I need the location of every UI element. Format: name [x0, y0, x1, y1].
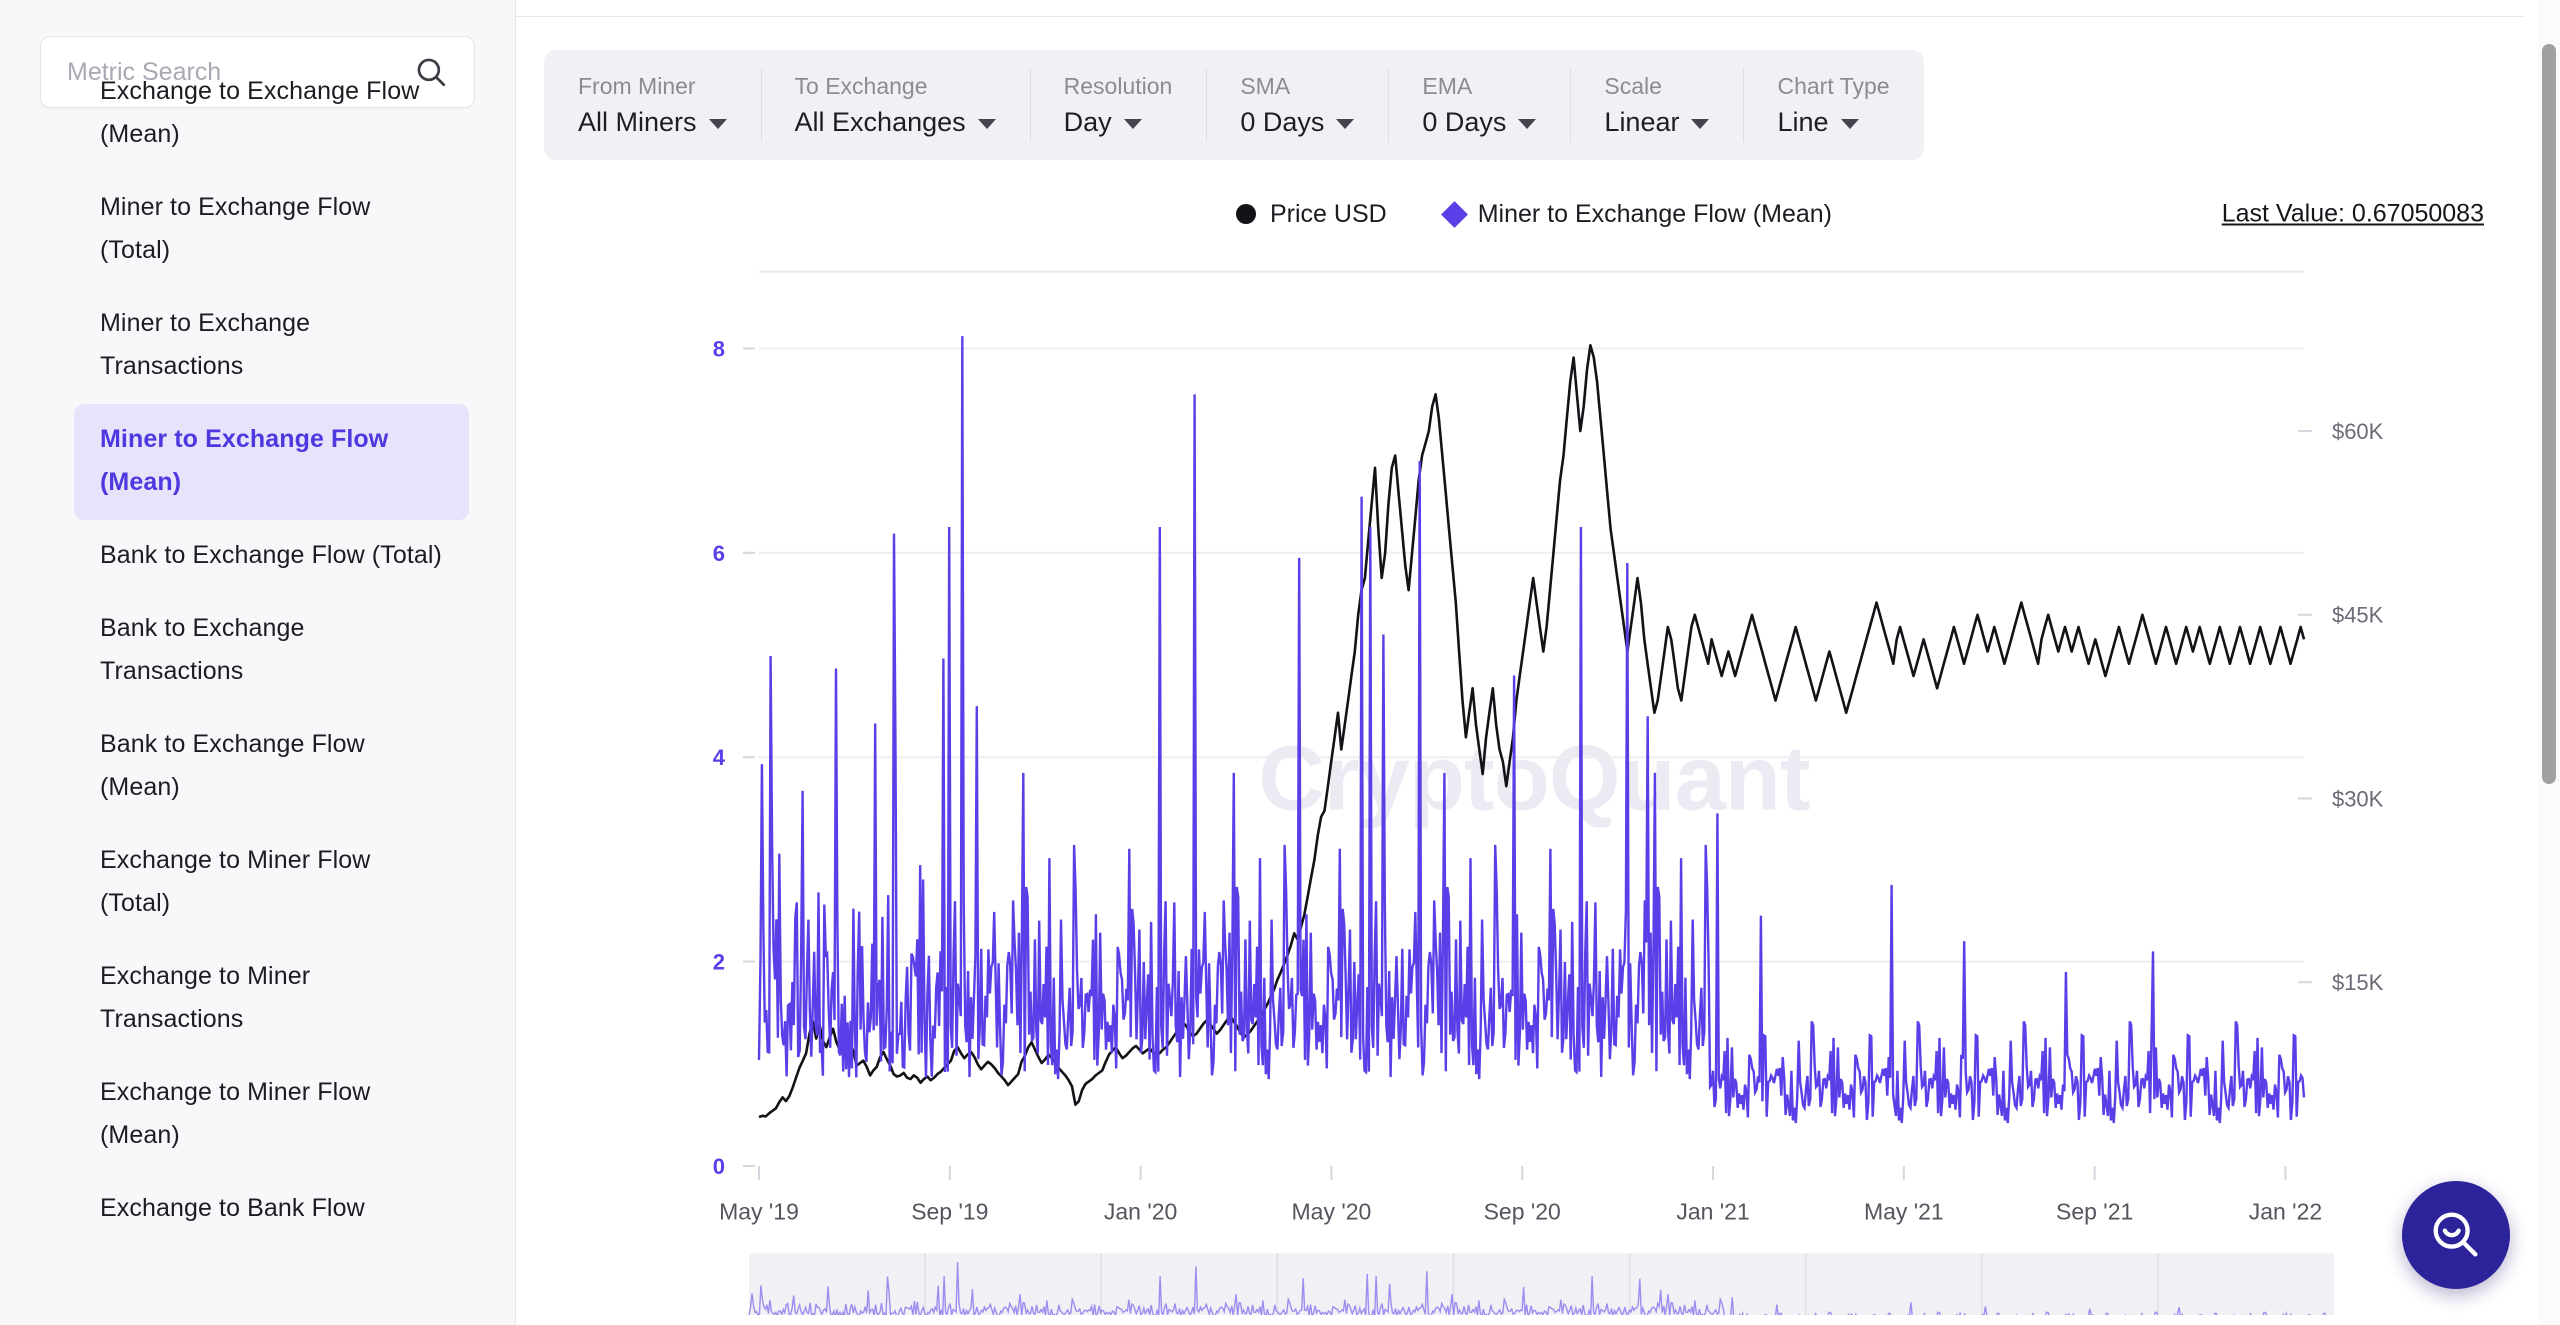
miner-to-exchange-flow-line[interactable] — [757, 336, 2306, 1124]
sidebar-metric-item[interactable]: Miner to Exchange Flow (Mean) — [74, 404, 469, 520]
toolbar-control-chart-type[interactable]: Chart Type Line — [1743, 50, 1923, 160]
x-axis-tick: May '21 — [1864, 1199, 1944, 1225]
control-value-row[interactable]: All Exchanges — [795, 105, 996, 139]
toolbar-control-scale[interactable]: Scale Linear — [1570, 50, 1743, 160]
chevron-down-icon[interactable] — [708, 118, 727, 129]
toolbar-control-from-miner[interactable]: From Miner All Miners — [544, 50, 761, 160]
chevron-down-icon[interactable] — [1336, 118, 1355, 129]
sidebar-metric-label: Exchange to Bank Flow — [100, 1194, 365, 1222]
control-label: EMA — [1422, 73, 1473, 99]
miner-flow-marker-icon — [1440, 200, 1468, 228]
control-value-row[interactable]: Day — [1064, 105, 1173, 139]
sidebar-metric-item[interactable]: Bank to Exchange Transactions — [74, 593, 469, 709]
x-axis-tick: Jan '21 — [1676, 1199, 1749, 1225]
sidebar-metric-item[interactable]: Bank to Exchange Flow (Total) — [74, 520, 469, 593]
chart-toolbar[interactable]: From Miner All Miners To Exchange All Excha… — [544, 50, 1924, 160]
y-axis-left-tick: 2 — [713, 950, 725, 975]
toolbar-control-resolution[interactable]: Resolution Day — [1029, 50, 1207, 160]
sidebar-metric-label: Exchange to Exchange Flow (Mean) — [100, 77, 420, 148]
y-axis-right-tick: $30K — [2332, 787, 2384, 812]
control-label: Resolution — [1063, 73, 1173, 99]
chevron-down-icon[interactable] — [1123, 118, 1142, 129]
control-label: Chart Type — [1777, 73, 1890, 99]
x-axis-tick: Sep '19 — [911, 1199, 988, 1225]
price-usd-marker-icon — [1236, 204, 1256, 224]
sidebar-metric-label: Bank to Exchange Flow (Mean) — [100, 730, 365, 801]
sidebar-metric-item[interactable]: Exchange to Miner Transactions — [74, 941, 469, 1057]
x-axis-tick: May '19 — [719, 1199, 799, 1225]
y-axis-right-tick: $60K — [2332, 419, 2384, 444]
legend-label-price-usd: Price USD — [1270, 199, 1387, 228]
legend-item-miner-to-exchange-flow[interactable]: Miner to Exchange Flow (Mean) — [1440, 199, 1832, 229]
y-axis-right-tick: $15K — [2332, 970, 2384, 995]
page-scrollbar[interactable] — [2538, 0, 2560, 1325]
y-axis-left-tick: 8 — [713, 336, 725, 361]
range-selector-track[interactable] — [749, 1253, 2334, 1315]
y-axis-left-tick: 0 — [713, 1154, 725, 1179]
sidebar-metric-item[interactable]: Miner to Exchange Flow (Total) — [74, 172, 469, 288]
toolbar-control-to-exchange[interactable]: To Exchange All Exchanges — [760, 50, 1030, 160]
chevron-down-icon[interactable] — [1840, 118, 1859, 129]
search-fab-button[interactable] — [2402, 1181, 2510, 1289]
x-axis-tick: Jan '22 — [2249, 1199, 2322, 1225]
sidebar-metric-label: Miner to Exchange Transactions — [100, 309, 311, 380]
control-value-row[interactable]: Linear — [1604, 105, 1710, 139]
metric-list[interactable]: Exchange to Exchange Flow (Mean) Miner to… — [0, 56, 515, 1325]
y-axis-right-tick: $45K — [2332, 603, 2384, 628]
sidebar-metric-item[interactable]: Exchange to Exchange Flow (Mean) — [74, 56, 469, 172]
sidebar-metric-label: Bank to Exchange Flow (Total) — [100, 541, 442, 569]
chart-panel: From Miner All Miners To Exchange All Excha… — [516, 0, 2560, 1325]
control-value: All Miners — [578, 107, 697, 137]
sidebar-metric-label: Miner to Exchange Flow (Mean) — [100, 425, 389, 496]
search-smile-icon — [2433, 1212, 2478, 1257]
control-value: Linear — [1604, 107, 1680, 137]
chevron-down-icon[interactable] — [977, 118, 996, 129]
control-value: 0 Days — [1240, 107, 1325, 137]
chevron-down-icon[interactable] — [1691, 118, 1710, 129]
control-value: Line — [1777, 107, 1829, 137]
scrollbar-thumb[interactable] — [2542, 44, 2556, 784]
x-axis-tick: Sep '20 — [1484, 1199, 1561, 1225]
control-value: 0 Days — [1422, 107, 1507, 137]
chart-svg[interactable]: 0 2 4 6 8 $15K $30K $45K $60K May '19 Sep '19 Jan '… — [544, 242, 2524, 1315]
sidebar-metric-item[interactable]: Bank to Exchange Flow (Mean) — [74, 709, 469, 825]
sidebar-metric-item[interactable]: Exchange to Miner Flow (Total) — [74, 825, 469, 941]
control-value-row[interactable]: 0 Days — [1422, 105, 1537, 139]
sidebar-metric-label: Bank to Exchange Transactions — [100, 614, 305, 685]
sidebar-metric-label: Exchange to Miner Transactions — [100, 962, 311, 1033]
app-root: Exchange to Exchange Flow (Mean) Miner to… — [0, 0, 2560, 1325]
legend-label-miner-to-exchange-flow: Miner to Exchange Flow (Mean) — [1477, 199, 1832, 228]
chevron-down-icon[interactable] — [1518, 118, 1537, 129]
sidebar-metric-label: Exchange to Miner Flow (Mean) — [100, 1078, 371, 1149]
control-value-row[interactable]: 0 Days — [1240, 105, 1355, 139]
x-axis-tick: May '20 — [1292, 1199, 1372, 1225]
sidebar-metric-label: Miner to Exchange Flow (Total) — [100, 193, 371, 264]
panel-top-divider — [516, 16, 2524, 17]
price-usd-line[interactable] — [758, 344, 2306, 1119]
sidebar-metric-item[interactable]: Miner to Exchange Transactions — [74, 288, 469, 404]
plot-area: CryptoQuant 0 2 4 6 8 $15K $30K $45K $60K May '19… — [544, 242, 2524, 1315]
control-value: Day — [1063, 107, 1112, 137]
control-value-row[interactable]: All Miners — [578, 105, 727, 139]
toolbar-control-ema[interactable]: EMA 0 Days — [1388, 50, 1570, 160]
metric-sidebar: Exchange to Exchange Flow (Mean) Miner to… — [0, 0, 516, 1325]
sidebar-metric-item[interactable]: Exchange to Miner Flow (Mean) — [74, 1057, 469, 1173]
control-value-row[interactable]: Line — [1777, 105, 1889, 139]
legend-item-price-usd[interactable]: Price USD — [1236, 200, 1387, 229]
toolbar-control-sma[interactable]: SMA 0 Days — [1206, 50, 1388, 160]
sidebar-metric-label: Exchange to Miner Flow (Total) — [100, 846, 371, 917]
x-axis-tick: Sep '21 — [2056, 1199, 2133, 1225]
control-label: To Exchange — [794, 73, 928, 99]
control-label: SMA — [1240, 73, 1291, 99]
last-value-label[interactable]: Last Value: 0.67050083 — [2222, 200, 2484, 229]
chart-card: Price USD Miner to Exchange Flow (Mean) … — [544, 186, 2524, 1315]
control-label: From Miner — [578, 73, 696, 99]
control-label: Scale — [1604, 73, 1662, 99]
chart-legend: Price USD Miner to Exchange Flow (Mean) … — [544, 186, 2524, 242]
sidebar-metric-item[interactable]: Exchange to Bank Flow — [74, 1173, 469, 1246]
y-axis-left-tick: 6 — [713, 541, 725, 566]
y-axis-left-tick: 4 — [713, 745, 726, 770]
control-value: All Exchanges — [794, 107, 966, 137]
x-axis-tick: Jan '20 — [1104, 1199, 1177, 1225]
